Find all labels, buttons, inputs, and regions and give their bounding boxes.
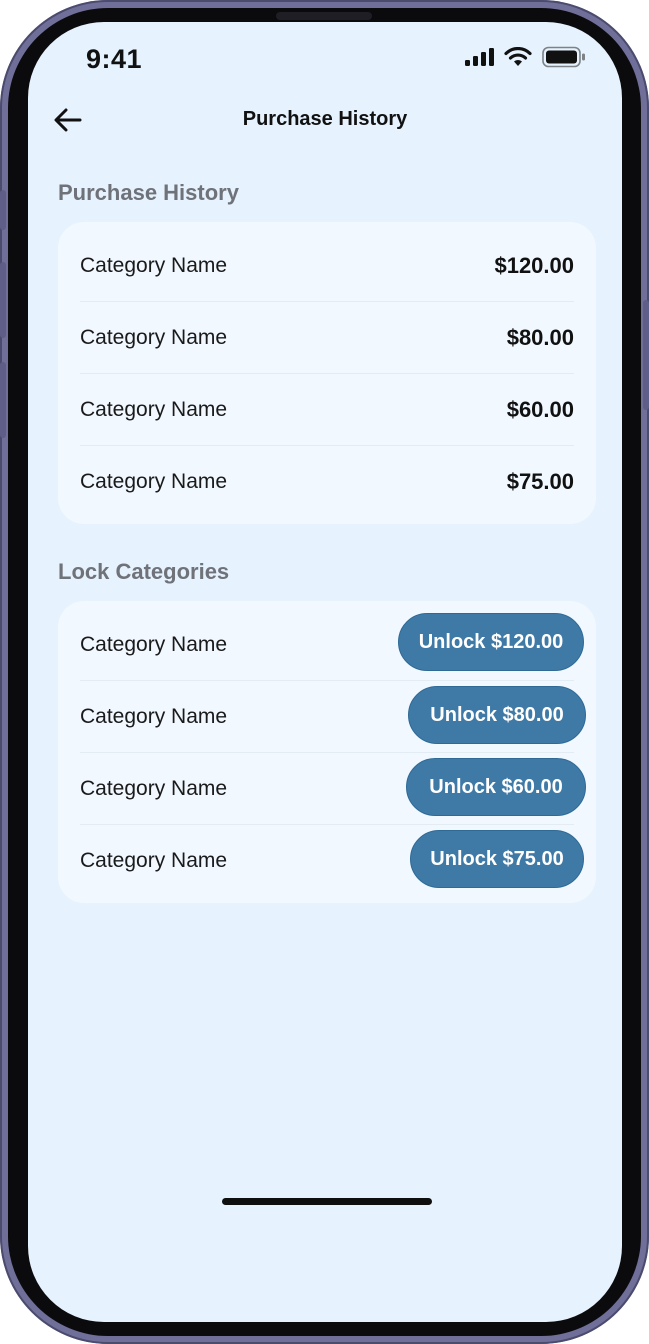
- category-name: Category Name: [80, 326, 228, 349]
- category-name: Category Name: [80, 398, 228, 421]
- purchase-history-card: Category Name $120.00 Category Name $80.…: [58, 222, 596, 524]
- home-indicator[interactable]: [222, 1198, 432, 1205]
- app-screen: 9:41 Purchase History Purchase History C…: [28, 22, 622, 1322]
- status-icons: [464, 46, 586, 73]
- side-button-volume-down: [0, 362, 6, 438]
- unlock-button[interactable]: Unlock $80.00: [408, 686, 586, 744]
- unlock-button[interactable]: Unlock $120.00: [398, 613, 584, 671]
- battery-icon: [542, 46, 586, 73]
- purchase-history-heading: Purchase History: [58, 180, 239, 205]
- unlock-button[interactable]: Unlock $75.00: [410, 830, 584, 888]
- category-name: Category Name: [80, 849, 228, 872]
- purchase-row: Category Name $75.00: [80, 446, 574, 518]
- purchase-price: $60.00: [506, 397, 574, 422]
- purchase-row: Category Name $80.00: [80, 302, 574, 374]
- purchase-row: Category Name $120.00: [80, 230, 574, 302]
- purchase-price: $80.00: [506, 325, 574, 350]
- purchase-price: $75.00: [506, 469, 574, 494]
- side-button-silent: [0, 190, 6, 230]
- category-name: Category Name: [80, 705, 228, 728]
- speaker-grille: [276, 12, 372, 20]
- unlock-button[interactable]: Unlock $60.00: [406, 758, 586, 816]
- side-button-power: [643, 300, 649, 410]
- purchase-price: $120.00: [494, 253, 574, 278]
- page-title: Purchase History: [242, 108, 408, 130]
- category-name: Category Name: [80, 470, 228, 493]
- category-name: Category Name: [80, 254, 228, 277]
- category-name: Category Name: [80, 633, 228, 656]
- status-time: 9:41: [86, 44, 143, 74]
- cellular-signal-icon: [464, 47, 494, 72]
- side-button-volume-up: [0, 262, 6, 338]
- lock-categories-card: Category Name Category Name Category Nam…: [58, 601, 596, 903]
- purchase-row: Category Name $60.00: [80, 374, 574, 446]
- lock-categories-heading: Lock Categories: [58, 559, 230, 584]
- wifi-icon: [504, 46, 532, 72]
- category-name: Category Name: [80, 777, 228, 800]
